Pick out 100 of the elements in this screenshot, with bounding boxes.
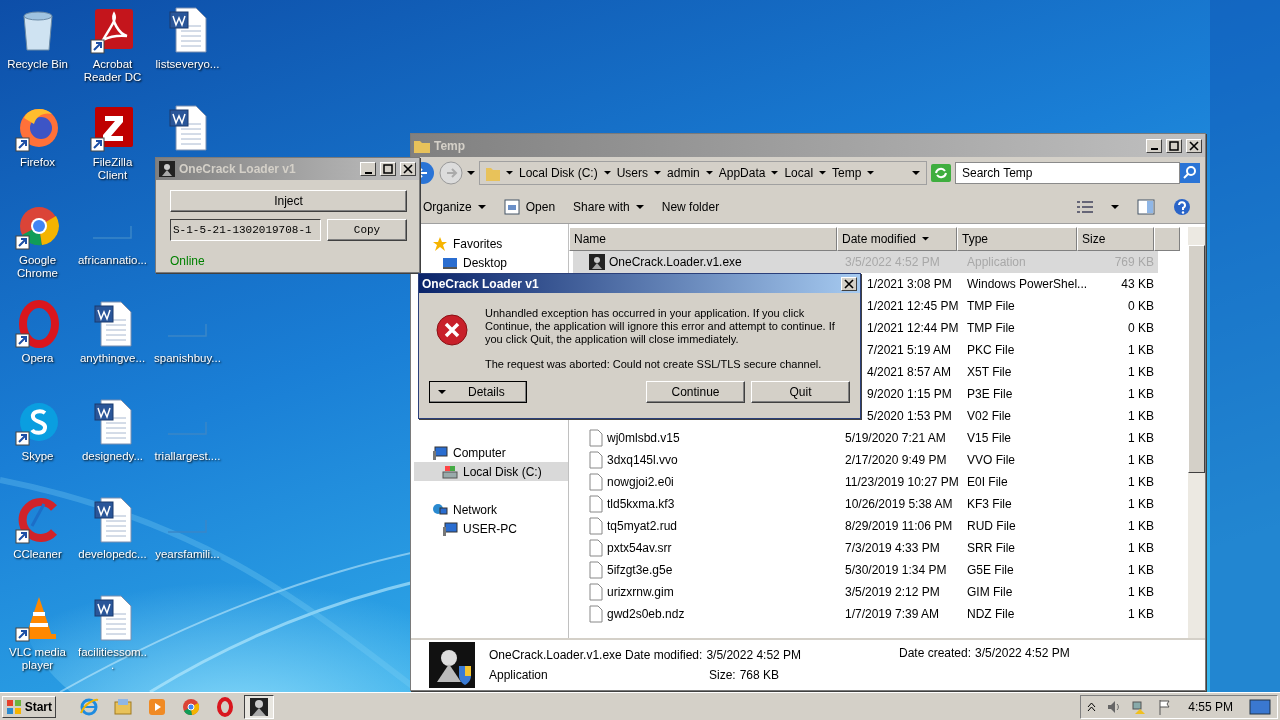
show-desktop-button[interactable]	[1249, 697, 1271, 716]
open-icon	[503, 199, 520, 215]
file-row[interactable]: wj0mlsbd.v15 5/19/2020 7:21 AM V15 File 1 KB	[573, 427, 1158, 449]
desktop-icon-label[interactable]: triallargest....	[154, 450, 221, 463]
detail-label: Date created:	[899, 646, 972, 660]
file-type: TMP File	[967, 321, 1015, 335]
scrollbar[interactable]	[1188, 227, 1205, 638]
file-size: 1 KB	[1128, 409, 1154, 423]
nav-item[interactable]: Favorites	[432, 234, 503, 253]
continue-button[interactable]: Continue	[646, 381, 745, 403]
chevron-icon	[506, 170, 513, 176]
network-icon	[432, 501, 448, 518]
column-header[interactable]: Size	[1077, 227, 1154, 251]
column-header[interactable]: Name	[569, 227, 837, 251]
breadcrumb[interactable]: Temp	[832, 166, 862, 180]
column-header[interactable]: Date modified	[837, 227, 957, 251]
desktop-icon-label[interactable]: developedc...	[78, 548, 147, 561]
inject-button[interactable]: Inject	[170, 190, 407, 212]
file-row[interactable]: tld5kxma.kf3 10/26/2019 5:38 AM KF3 File 1 KB	[573, 493, 1158, 515]
desktop-icon-label[interactable]: Firefox	[19, 156, 56, 169]
close-button[interactable]	[841, 276, 857, 291]
file-name: gwd2s0eb.ndz	[607, 607, 685, 621]
preview-pane-icon[interactable]	[1137, 199, 1155, 215]
desktop-icon-label[interactable]: Recycle Bin	[7, 58, 68, 71]
maximize-button[interactable]	[1166, 138, 1182, 153]
chevron-icon	[603, 170, 611, 176]
toolbar-button[interactable]: Share with	[573, 200, 644, 214]
status-text: Online	[170, 254, 206, 268]
file-icon	[589, 583, 603, 601]
flag-icon[interactable]	[1158, 698, 1173, 715]
file-row[interactable]: 5ifzgt3e.g5e 5/30/2019 1:34 PM G5E File 1 KB	[573, 559, 1158, 581]
file-row[interactable]: urizxrnw.gim 3/5/2019 2:12 PM GIM File 1 KB	[573, 581, 1158, 603]
sid-field[interactable]: S-1-5-21-1302019708-1	[170, 219, 321, 241]
file-type: Windows PowerShel...	[967, 277, 1088, 291]
desktop-icon-label[interactable]: Opera	[21, 352, 54, 365]
desktop-icon-label[interactable]: Acrobat Reader DC	[76, 58, 149, 84]
copy-button[interactable]: Copy	[327, 219, 407, 241]
toolbar-button[interactable]: New folder	[661, 200, 720, 214]
desktop-icon-label[interactable]: africannatio...	[77, 254, 147, 267]
breadcrumb[interactable]: Local	[784, 166, 814, 180]
close-button[interactable]	[400, 162, 416, 176]
folder-icon	[113, 696, 133, 717]
nav-item[interactable]: Network	[432, 500, 497, 519]
refresh-button[interactable]	[931, 164, 951, 182]
file-icon	[589, 429, 603, 447]
toolbar-button[interactable]: Organize	[423, 200, 486, 214]
details-file-type: Application	[489, 668, 549, 682]
taskbar-app[interactable]	[244, 694, 274, 719]
file-size: 0 KB	[1128, 321, 1154, 335]
address-bar[interactable]: Local Disk (C:) Users admin AppData Local Temp	[479, 161, 927, 185]
file-type: V02 File	[967, 409, 1012, 423]
chevron-icon	[771, 170, 779, 176]
desktop-icon-label[interactable]: FileZilla Client	[76, 156, 149, 182]
sort-arrow-icon	[922, 236, 930, 242]
desktop-icon-label[interactable]: anythingve...	[79, 352, 146, 365]
column-header[interactable]: Type	[957, 227, 1077, 251]
desktop-icon-label[interactable]: listseveryo...	[155, 58, 220, 71]
clock[interactable]: 4:55 PM	[1182, 699, 1239, 714]
desktop-icon-label[interactable]: CCleaner	[13, 548, 62, 561]
desktop-icon-label[interactable]: spanishbuy...	[154, 352, 221, 365]
search-field[interactable]: Search Temp	[955, 162, 1180, 184]
file-type: KF3 File	[967, 497, 1012, 511]
show-hidden-icons-button[interactable]	[1087, 701, 1097, 712]
file-icon	[589, 451, 603, 469]
breadcrumb[interactable]: AppData	[718, 166, 766, 180]
nav-item[interactable]: USER-PC	[442, 519, 517, 538]
help-icon[interactable]	[1173, 198, 1191, 216]
minimize-button[interactable]	[1146, 138, 1162, 153]
maximize-button[interactable]	[380, 162, 396, 176]
opera-icon	[215, 696, 235, 717]
file-row[interactable]: gwd2s0eb.ndz 1/7/2019 7:39 AM NDZ File 1 KB	[573, 603, 1158, 625]
file-row[interactable]: nowgjoi2.e0i 11/23/2019 10:27 PM E0I File 1 KB	[573, 471, 1158, 493]
minimize-button[interactable]	[360, 162, 376, 176]
details-button[interactable]: Details	[429, 381, 527, 403]
file-row[interactable]: tq5myat2.rud 8/29/2019 11:06 PM RUD File 1 KB	[573, 515, 1158, 537]
details-file-name: OneCrack.Loader.v1.exe	[489, 648, 621, 662]
opera-icon[interactable]	[13, 300, 62, 348]
breadcrumb[interactable]: Users	[616, 166, 649, 180]
file-size: 1 KB	[1128, 365, 1154, 379]
view-options-icon[interactable]	[1077, 200, 1093, 214]
nav-item[interactable]: Desktop	[442, 253, 508, 272]
folder-icon	[414, 138, 430, 153]
detail-value: 3/5/2022 4:52 PM	[975, 646, 1070, 660]
nav-item[interactable]: Computer	[432, 443, 506, 462]
search-icon[interactable]	[1180, 163, 1200, 183]
toolbar-button[interactable]: Open	[503, 199, 556, 215]
close-button[interactable]	[1186, 138, 1202, 153]
breadcrumb[interactable]: Local Disk (C:)	[519, 166, 598, 180]
quit-button[interactable]: Quit	[751, 381, 850, 403]
desktop-icon-label[interactable]: designedy...	[81, 450, 144, 463]
file-row[interactable]: 3dxq145l.vvo 2/17/2020 9:49 PM VVO File 1 KB	[573, 449, 1158, 471]
file-size: 1 KB	[1128, 431, 1154, 445]
nav-item[interactable]: Local Disk (C:)	[414, 462, 568, 481]
desktop-icon-label[interactable]: Skype	[21, 450, 54, 463]
file-date: 3/5/2019 2:12 PM	[845, 585, 940, 599]
desktop-icon-label[interactable]: Google Chrome	[1, 254, 74, 280]
file-row[interactable]: pxtx54av.srr 7/3/2019 4:33 PM SRR File 1 KB	[573, 537, 1158, 559]
breadcrumb[interactable]: admin	[667, 166, 700, 180]
start-button[interactable]: Start	[2, 695, 56, 718]
detail-label: Size:	[709, 668, 736, 682]
